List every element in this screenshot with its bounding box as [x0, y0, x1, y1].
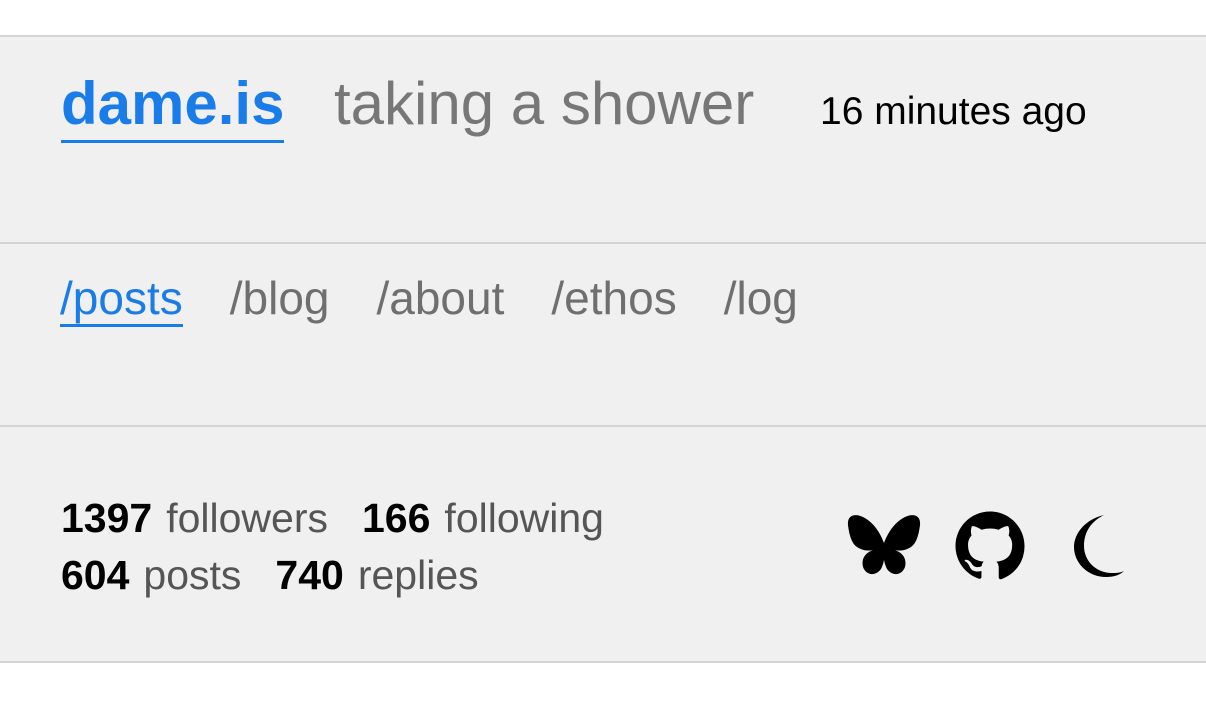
- followers-label: followers: [166, 495, 328, 541]
- stats-row-2: 604 posts 740 replies: [61, 547, 604, 604]
- main-nav: /posts /blog /about /ethos /log: [60, 272, 845, 327]
- bluesky-link[interactable]: [846, 508, 922, 584]
- nav-item-about[interactable]: /about: [376, 272, 504, 327]
- nav-item-blog[interactable]: /blog: [230, 272, 330, 327]
- profile-stats: 1397 followers 166 following 604 posts 740 rep…: [61, 490, 604, 604]
- posts-label: posts: [143, 552, 242, 598]
- posts-count: 604: [61, 552, 130, 598]
- nav-item-posts[interactable]: /posts: [60, 272, 183, 327]
- nav-item-ethos[interactable]: /ethos: [551, 272, 676, 327]
- header-divider: [0, 242, 1206, 244]
- profile-icons: [846, 508, 1134, 584]
- status-timestamp: 16 minutes ago: [820, 90, 1087, 133]
- following-label: following: [444, 495, 604, 541]
- moon-icon: [1074, 515, 1124, 577]
- stats-row-1: 1397 followers 166 following: [61, 490, 604, 547]
- theme-toggle[interactable]: [1058, 508, 1134, 584]
- replies-count: 740: [275, 552, 344, 598]
- followers-count: 1397: [61, 495, 153, 541]
- site-name-link[interactable]: dame.is: [61, 70, 285, 143]
- github-link[interactable]: [952, 508, 1028, 584]
- nav-divider: [0, 425, 1206, 427]
- nav-item-log[interactable]: /log: [724, 272, 798, 327]
- replies-label: replies: [357, 552, 479, 598]
- github-icon: [955, 511, 1025, 580]
- status-text: taking a shower: [334, 70, 755, 137]
- butterfly-icon: [847, 515, 921, 575]
- following-count: 166: [362, 495, 431, 541]
